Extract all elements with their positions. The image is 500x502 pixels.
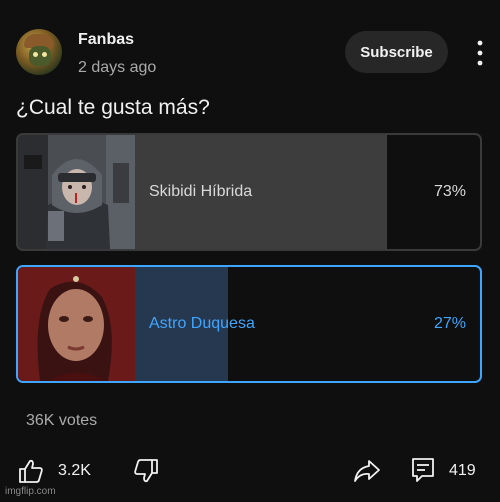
post-timestamp: 2 days ago [78, 59, 157, 76]
subscribe-button[interactable]: Subscribe [345, 31, 448, 73]
poll-option-1[interactable]: Skibidi Híbrida 73% [16, 133, 482, 251]
poll-option-image-red-haired-woman [18, 267, 135, 381]
poll-option-percent: 27% [433, 315, 466, 332]
poll-option-image-armored-soldier [18, 135, 135, 249]
share-icon[interactable] [353, 458, 381, 484]
more-vertical-icon[interactable] [470, 38, 490, 68]
poll-vote-count: 36K votes [26, 412, 98, 429]
channel-avatar[interactable] [16, 29, 62, 75]
comment-icon[interactable] [411, 457, 435, 483]
thumbs-up-icon[interactable] [18, 458, 44, 484]
poll-option-label: Skibidi Híbrida [149, 183, 253, 200]
poll-question: ¿Cual te gusta más? [16, 96, 210, 119]
channel-name[interactable]: Fanbas [78, 31, 134, 49]
like-count: 3.2K [58, 462, 91, 479]
comment-count: 419 [449, 462, 476, 479]
poll-option-label: Astro Duquesa [149, 315, 255, 332]
imgflip-watermark: imgflip.com [5, 486, 56, 497]
thumbs-down-icon[interactable] [133, 458, 159, 484]
poll-option-percent: 73% [433, 183, 466, 200]
poll-option-2[interactable]: Astro Duquesa 27% [16, 265, 482, 383]
